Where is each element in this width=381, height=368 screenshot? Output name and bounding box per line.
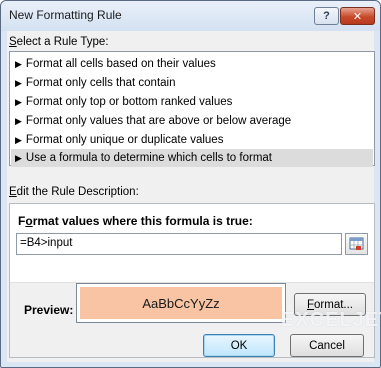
formula-input[interactable]: =B4>input (16, 233, 342, 255)
arrow-right-icon: ▶ (15, 58, 22, 69)
title-bar: New Formatting Rule ? ✕ (1, 1, 380, 31)
rule-type-list[interactable]: ▶ Format all cells based on their values… (9, 51, 375, 167)
new-formatting-rule-dialog: New Formatting Rule ? ✕ Select a Rule Ty… (0, 0, 381, 368)
rule-description-heading: Edit the Rule Description: (9, 186, 139, 198)
arrow-right-icon: ▶ (15, 96, 22, 107)
preview-box: AaBbCcYyZz (76, 283, 286, 323)
formula-heading: Format values where this formula is true… (18, 214, 253, 228)
exceljet-watermark: EXCELJET (281, 309, 381, 331)
rule-item-above-below-average[interactable]: ▶ Format only values that are above or b… (11, 112, 373, 130)
collapse-dialog-button[interactable] (345, 233, 368, 255)
close-button[interactable]: ✕ (340, 7, 375, 25)
range-select-icon (349, 237, 364, 250)
cancel-button[interactable]: Cancel (290, 334, 364, 357)
help-button[interactable]: ? (314, 7, 339, 25)
rule-item-cells-contain[interactable]: ▶ Format only cells that contain (11, 74, 373, 92)
arrow-right-icon: ▶ (15, 115, 22, 126)
rule-item-top-bottom[interactable]: ▶ Format only top or bottom ranked value… (11, 93, 373, 111)
dialog-title: New Formatting Rule (9, 8, 122, 22)
rule-type-heading: Select a Rule Type: (9, 36, 109, 48)
arrow-right-icon: ▶ (15, 152, 22, 163)
rule-item-all-cells[interactable]: ▶ Format all cells based on their values (11, 55, 373, 73)
preview-label: Preview: (24, 303, 74, 317)
arrow-right-icon: ▶ (15, 77, 22, 88)
preview-sample-text: AaBbCcYyZz (80, 287, 282, 319)
ok-button[interactable]: OK (203, 334, 275, 357)
rule-item-use-formula[interactable]: ▶ Use a formula to determine which cells… (11, 149, 373, 167)
arrow-right-icon: ▶ (15, 134, 22, 145)
rule-item-unique-duplicate[interactable]: ▶ Format only unique or duplicate values (11, 131, 373, 149)
